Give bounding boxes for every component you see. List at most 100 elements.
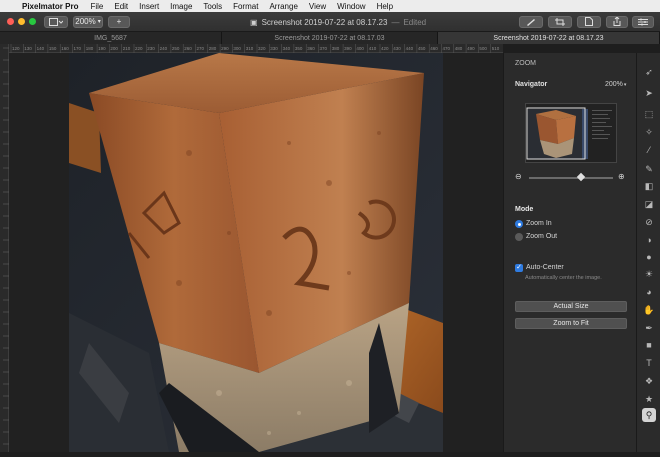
- document-icon: ▣: [250, 17, 258, 27]
- navigator-preview: [526, 104, 616, 162]
- menu-file[interactable]: File: [90, 2, 103, 11]
- ruler-tick-label: 220: [135, 46, 143, 51]
- menu-edit[interactable]: Edit: [114, 2, 128, 11]
- ruler-tick-label: 130: [24, 46, 32, 51]
- export-button[interactable]: [577, 15, 601, 28]
- arrange-icon[interactable]: ➶: [642, 65, 656, 79]
- menu-insert[interactable]: Insert: [139, 2, 159, 11]
- tab-label: IMG_5687: [94, 34, 127, 42]
- menu-bar: Pixelmator Pro File Edit Insert Image To…: [0, 0, 660, 12]
- type-icon[interactable]: T: [642, 356, 656, 370]
- effects-icon[interactable]: ★: [642, 392, 656, 406]
- navigator-zoom-dropdown[interactable]: 200%▾: [605, 81, 626, 88]
- canvas-area[interactable]: [9, 53, 503, 452]
- panel-header: ZOOM: [515, 60, 536, 67]
- ruler-tick-label: 290: [221, 46, 229, 51]
- zoom-in-label[interactable]: Zoom In: [526, 220, 552, 227]
- zoom-out-radio[interactable]: [515, 233, 523, 241]
- close-button[interactable]: [7, 18, 14, 25]
- fullscreen-button[interactable]: [29, 18, 36, 25]
- magic-wand-icon[interactable]: ✧: [642, 125, 656, 139]
- zoom-slider-track[interactable]: [529, 177, 613, 179]
- chevron-down-icon: ▾: [97, 19, 101, 25]
- eraser-icon[interactable]: ◪: [642, 197, 656, 211]
- ruler-tick-label: 420: [381, 46, 389, 51]
- ruler-tick-label: 320: [258, 46, 266, 51]
- select-icon[interactable]: ➤: [642, 86, 656, 100]
- ruler-tick-label: 260: [184, 46, 192, 51]
- zoom-slider-handle[interactable]: [576, 172, 586, 182]
- share-button[interactable]: [606, 15, 628, 28]
- menu-view[interactable]: View: [309, 2, 326, 11]
- ruler-tick-label: 310: [246, 46, 254, 51]
- zoom-to-fit-button[interactable]: Zoom to Fit: [515, 318, 627, 329]
- retouch-icon[interactable]: ⊘: [642, 215, 656, 229]
- vertical-ruler: [0, 44, 9, 452]
- ruler-tick-label: 480: [455, 46, 463, 51]
- tab-img-5687[interactable]: IMG_5687: [0, 32, 222, 44]
- ruler-tick-label: 270: [197, 46, 205, 51]
- pen-icon[interactable]: ✒: [642, 321, 656, 335]
- app-menu[interactable]: Pixelmator Pro: [22, 2, 78, 11]
- ruler-tick-label: 430: [393, 46, 401, 51]
- menu-tools[interactable]: Tools: [203, 2, 222, 11]
- tab-screenshot-081703[interactable]: Screenshot 2019-07-22 at 08.17.03: [222, 32, 438, 44]
- zoom-dropdown[interactable]: 200% ▾: [73, 15, 103, 28]
- ruler-tick-label: 380: [332, 46, 340, 51]
- share-icon: [613, 17, 621, 26]
- brush-tool-button[interactable]: [519, 15, 543, 28]
- actual-size-button[interactable]: Actual Size: [515, 301, 627, 312]
- ruler-tick-label: 460: [430, 46, 438, 51]
- color-picker-icon[interactable]: ⁄: [642, 143, 656, 157]
- image-layer[interactable]: [69, 53, 443, 452]
- navigator-zoom-value: 200%: [605, 81, 623, 88]
- menu-window[interactable]: Window: [337, 2, 365, 11]
- ruler-tick-label: 360: [307, 46, 315, 51]
- zoom-to-fit-label: Zoom to Fit: [553, 320, 589, 327]
- auto-center-label[interactable]: Auto-Center: [526, 264, 564, 271]
- menu-arrange[interactable]: Arrange: [269, 2, 297, 11]
- sharpen-icon[interactable]: ●: [642, 250, 656, 264]
- marquee-icon[interactable]: ⬚: [642, 107, 656, 121]
- ruler-tick-label: 340: [283, 46, 291, 51]
- document-title: Screenshot 2019-07-22 at 08.17.23: [261, 17, 388, 27]
- ruler-tick-label: 180: [86, 46, 94, 51]
- ruler-tick-label: 170: [74, 46, 82, 51]
- sidebar-toggle-button[interactable]: [632, 15, 654, 28]
- add-button[interactable]: +: [108, 15, 130, 28]
- zoom-icon[interactable]: ⚲: [642, 408, 656, 422]
- light-icon[interactable]: ☀: [642, 267, 656, 281]
- zoom-in-small-icon[interactable]: ⊕: [618, 172, 625, 181]
- ruler-tick-label: 410: [369, 46, 377, 51]
- view-mode-button[interactable]: [44, 15, 68, 28]
- crop-button[interactable]: [548, 15, 572, 28]
- ruler-ticks-vertical: [3, 47, 9, 445]
- fill-icon[interactable]: ◧: [642, 179, 656, 193]
- ruler-tick-label: 160: [61, 46, 69, 51]
- paint-brush-icon[interactable]: ✎: [642, 162, 656, 176]
- ruler-tick-label: 250: [172, 46, 180, 51]
- ruler-ticks: 120 130 140 150 160 170 180 190 200 210 220 230 240 2…: [10, 44, 500, 53]
- menu-help[interactable]: Help: [377, 2, 393, 11]
- menu-format[interactable]: Format: [233, 2, 258, 11]
- navigator-thumbnail[interactable]: [525, 103, 617, 163]
- zoom-value: 200%: [75, 17, 96, 26]
- zoom-in-radio[interactable]: [515, 220, 523, 228]
- auto-center-checkbox[interactable]: ✓: [515, 264, 523, 272]
- horizontal-ruler: 120 130 140 150 160 170 180 190 200 210 220 230 240 2…: [9, 44, 503, 53]
- smudge-icon[interactable]: ◕: [642, 285, 656, 299]
- zoom-out-label[interactable]: Zoom Out: [526, 233, 557, 240]
- color-adjust-icon[interactable]: ◑: [642, 233, 656, 247]
- tab-screenshot-081723[interactable]: Screenshot 2019-07-22 at 08.17.23: [438, 32, 660, 44]
- ruler-tick-label: 140: [37, 46, 45, 51]
- zoom-out-small-icon[interactable]: ⊖: [515, 172, 522, 181]
- minimize-button[interactable]: [18, 18, 25, 25]
- shape-icon[interactable]: ■: [642, 338, 656, 352]
- document-icon: [585, 17, 593, 26]
- menu-image[interactable]: Image: [170, 2, 192, 11]
- style-icon[interactable]: ❖: [642, 374, 656, 388]
- warp-icon[interactable]: ✋: [642, 303, 656, 317]
- tab-label: Screenshot 2019-07-22 at 08.17.23: [493, 34, 604, 42]
- mode-label: Mode: [515, 206, 534, 213]
- ruler-tick-label: 510: [492, 46, 500, 51]
